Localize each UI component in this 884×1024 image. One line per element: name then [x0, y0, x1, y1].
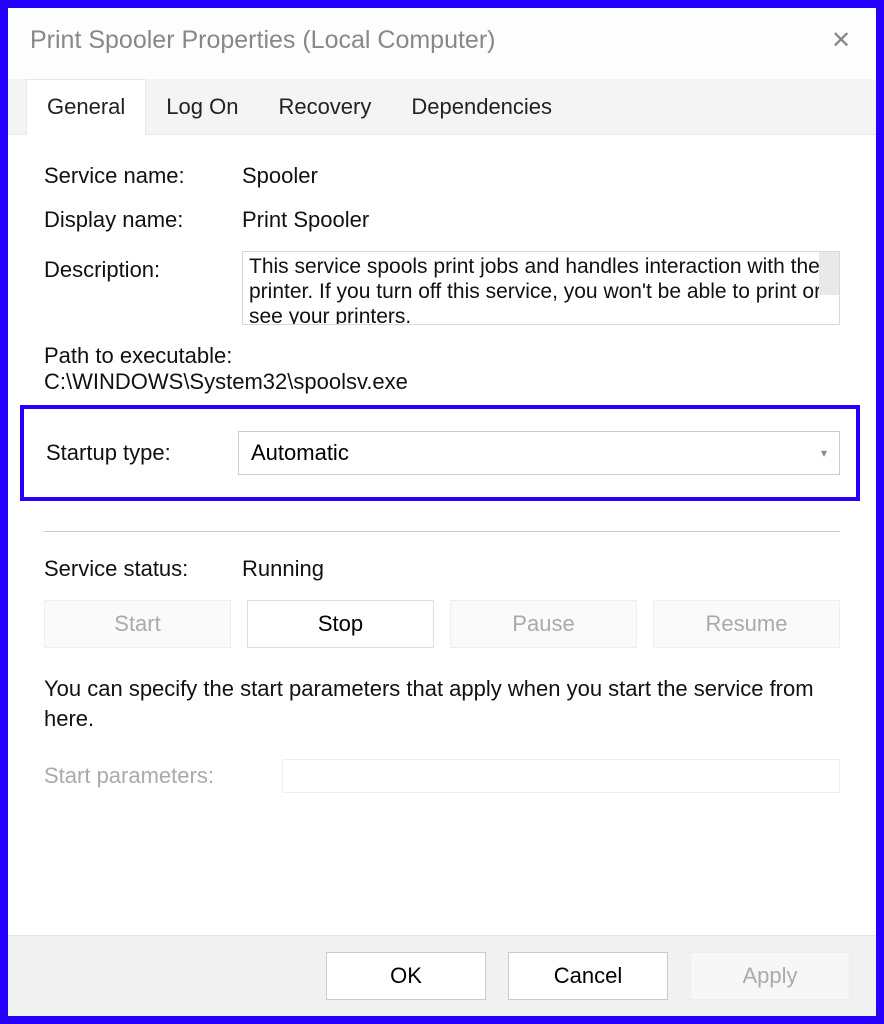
tab-strip: General Log On Recovery Dependencies: [8, 79, 876, 135]
display-name-label: Display name:: [44, 207, 242, 233]
pause-button: Pause: [450, 600, 637, 648]
display-name-value: Print Spooler: [242, 207, 840, 233]
service-status-value: Running: [242, 556, 840, 582]
window-title: Print Spooler Properties (Local Computer…: [30, 26, 495, 55]
startup-type-select[interactable]: Automatic ▾: [238, 431, 840, 475]
dialog-footer: OK Cancel Apply: [8, 935, 876, 1016]
startup-type-label: Startup type:: [40, 440, 238, 466]
chevron-down-icon: ▾: [821, 446, 827, 460]
cancel-button[interactable]: Cancel: [508, 952, 668, 1000]
tab-recovery[interactable]: Recovery: [258, 80, 391, 134]
description-text: This service spools print jobs and handl…: [249, 255, 821, 325]
service-name-value: Spooler: [242, 163, 840, 189]
start-button: Start: [44, 600, 231, 648]
tab-general[interactable]: General: [26, 79, 146, 135]
scrollbar-thumb[interactable]: [819, 252, 839, 295]
divider: [44, 531, 840, 532]
startup-type-value: Automatic: [251, 440, 349, 466]
tab-panel-general: Service name: Spooler Display name: Prin…: [8, 135, 876, 935]
start-params-label: Start parameters:: [44, 763, 282, 789]
titlebar: Print Spooler Properties (Local Computer…: [8, 8, 876, 65]
tab-log-on[interactable]: Log On: [146, 80, 258, 134]
stop-button[interactable]: Stop: [247, 600, 434, 648]
dialog-window: Print Spooler Properties (Local Computer…: [8, 8, 876, 1016]
apply-button: Apply: [690, 952, 850, 1000]
start-params-note: You can specify the start parameters tha…: [44, 674, 840, 733]
path-label: Path to executable:: [44, 343, 840, 369]
start-params-input: [282, 759, 840, 793]
startup-type-highlight: Startup type: Automatic ▾: [20, 405, 860, 501]
path-value: C:\WINDOWS\System32\spoolsv.exe: [44, 369, 840, 395]
close-icon[interactable]: ✕: [828, 28, 854, 54]
description-textbox[interactable]: This service spools print jobs and handl…: [242, 251, 840, 325]
service-status-label: Service status:: [44, 556, 242, 582]
tab-dependencies[interactable]: Dependencies: [391, 80, 572, 134]
description-label: Description:: [44, 251, 242, 283]
service-name-label: Service name:: [44, 163, 242, 189]
resume-button: Resume: [653, 600, 840, 648]
ok-button[interactable]: OK: [326, 952, 486, 1000]
